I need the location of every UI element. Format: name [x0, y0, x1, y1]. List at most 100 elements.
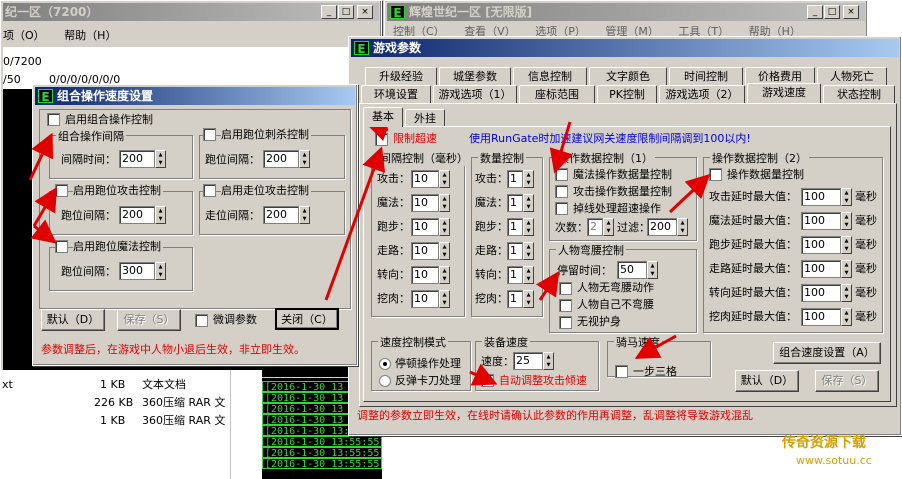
combo-default-button[interactable]: 默认（D） — [41, 309, 105, 331]
walk-attack-checkbox[interactable] — [203, 184, 216, 197]
max-delay-spinner[interactable]: ▲ ▼ — [841, 308, 852, 326]
run-attack-input[interactable]: 200 — [119, 206, 155, 224]
tab-game-speed[interactable]: 游戏速度 — [747, 83, 821, 103]
run-attack-spinner[interactable]: ▲ ▼ — [155, 206, 166, 224]
max-delay-input[interactable]: 100 — [801, 260, 841, 278]
count-row-spinner[interactable]: ▲ ▼ — [523, 194, 534, 212]
run-kill-spinner[interactable]: ▲ ▼ — [299, 150, 310, 168]
count-row-input[interactable]: 1 — [507, 266, 523, 284]
filter-input[interactable]: 200 — [647, 218, 677, 236]
stay-time-spinner[interactable]: ▲ ▼ — [647, 261, 658, 279]
stay-time-input[interactable]: 50 — [617, 261, 647, 279]
tab-time[interactable]: 时间控制 — [669, 67, 743, 85]
run-kill-input[interactable]: 200 — [263, 150, 299, 168]
filter-spinner[interactable]: ▲ ▼ — [677, 218, 688, 236]
tab-coordinates[interactable]: 座标范围 — [519, 85, 595, 103]
magic-data-checkbox[interactable] — [555, 168, 568, 181]
interval-row-spinner[interactable]: ▲ ▼ — [439, 242, 450, 260]
run-magic-spinner[interactable]: ▲ ▼ — [155, 262, 166, 280]
combo-close-button[interactable]: 关闭（C） — [275, 308, 339, 330]
count-row-input[interactable]: 1 — [507, 170, 523, 188]
ignore-shield-checkbox[interactable] — [559, 316, 572, 329]
interval-row-input[interactable]: 10 — [411, 266, 439, 284]
equip-speed-input[interactable]: 25 — [513, 352, 543, 370]
file-name[interactable]: xt — [2, 378, 13, 392]
minimize-icon[interactable]: _ — [321, 5, 337, 19]
equip-speed-spinner[interactable]: ▲ ▼ — [543, 352, 554, 370]
count-row-input[interactable]: 1 — [507, 290, 523, 308]
close-icon[interactable]: × — [357, 5, 373, 19]
max-delay-input[interactable]: 100 — [801, 188, 841, 206]
attack-data-checkbox[interactable] — [555, 185, 568, 198]
minimize-icon[interactable]: _ — [807, 5, 823, 19]
auto-adjust-checkbox[interactable] — [481, 374, 494, 387]
count-spinner[interactable]: ▲ ▼ — [603, 218, 614, 236]
run-attack-checkbox[interactable] — [55, 184, 68, 197]
run-magic-input[interactable]: 300 — [119, 262, 155, 280]
subtab-plugin[interactable]: 外挂 — [405, 109, 445, 127]
walk-attack-input[interactable]: 200 — [263, 206, 299, 224]
tab-pk[interactable]: PK控制 — [597, 85, 657, 103]
count-row-input[interactable]: 1 — [507, 194, 523, 212]
tab-info[interactable]: 信息控制 — [513, 67, 587, 85]
count-row-spinner[interactable]: ▲ ▼ — [523, 290, 534, 308]
interval-row-input[interactable]: 10 — [411, 242, 439, 260]
tab-status[interactable]: 状态控制 — [823, 85, 895, 103]
count-row-spinner[interactable]: ▲ ▼ — [523, 218, 534, 236]
tab-death[interactable]: 人物死亡 — [817, 67, 887, 85]
tab-text-color[interactable]: 文字颜色 — [589, 67, 667, 85]
interval-row-input[interactable]: 10 — [411, 170, 439, 188]
count-row-input[interactable]: 1 — [507, 218, 523, 236]
tab-game-options-2[interactable]: 游戏选项（2） — [659, 85, 745, 103]
fine-tune-checkbox[interactable] — [195, 314, 208, 327]
interval-row-spinner[interactable]: ▲ ▼ — [439, 170, 450, 188]
interval-row-input[interactable]: 10 — [411, 194, 439, 212]
pause-mode-radio[interactable] — [379, 358, 391, 370]
max-delay-spinner[interactable]: ▲ ▼ — [841, 284, 852, 302]
count-input[interactable]: 2 — [587, 218, 603, 236]
combo-save-button[interactable]: 保存（S） — [117, 309, 181, 331]
combo-speed-button[interactable]: 组合速度设置（A） — [773, 342, 881, 364]
close-icon[interactable]: × — [843, 5, 859, 19]
maximize-icon[interactable]: □ — [824, 5, 840, 19]
maximize-icon[interactable]: □ — [338, 5, 354, 19]
interval-time-input[interactable]: 200 — [119, 150, 155, 168]
max-delay-input[interactable]: 100 — [801, 308, 841, 326]
interval-row-input[interactable]: 10 — [411, 290, 439, 308]
tab-castle[interactable]: 城堡参数 — [439, 67, 511, 85]
one-step-checkbox[interactable] — [615, 365, 628, 378]
count-row-spinner[interactable]: ▲ ▼ — [523, 170, 534, 188]
op-data-checkbox[interactable] — [709, 168, 722, 181]
menu-help[interactable]: 帮助（H） — [64, 29, 116, 42]
max-delay-input[interactable]: 100 — [801, 284, 841, 302]
interval-row-spinner[interactable]: ▲ ▼ — [439, 290, 450, 308]
tab-environment[interactable]: 环境设置 — [361, 85, 431, 103]
max-delay-spinner[interactable]: ▲ ▼ — [841, 188, 852, 206]
enable-group-checkbox[interactable] — [47, 113, 60, 126]
count-row-input[interactable]: 1 — [507, 242, 523, 260]
bounce-mode-radio[interactable] — [379, 375, 391, 387]
max-delay-input[interactable]: 100 — [801, 212, 841, 230]
subtab-basic[interactable]: 基本 — [363, 107, 403, 127]
walk-attack-spinner[interactable]: ▲ ▼ — [299, 206, 310, 224]
interval-row-input[interactable]: 10 — [411, 218, 439, 236]
self-no-bow-checkbox[interactable] — [559, 299, 572, 312]
save-button[interactable]: 保存（S） — [815, 370, 879, 392]
limit-speed-checkbox[interactable] — [375, 133, 388, 146]
tab-level-exp[interactable]: 升级经验 — [365, 67, 437, 85]
run-magic-checkbox[interactable] — [55, 240, 68, 253]
interval-time-spinner[interactable]: ▲ ▼ — [155, 150, 166, 168]
menu-options[interactable]: 项（O） — [3, 29, 45, 42]
run-kill-checkbox[interactable] — [203, 128, 216, 141]
max-delay-input[interactable]: 100 — [801, 236, 841, 254]
interval-row-spinner[interactable]: ▲ ▼ — [439, 218, 450, 236]
max-delay-spinner[interactable]: ▲ ▼ — [841, 260, 852, 278]
no-bow-checkbox[interactable] — [559, 282, 572, 295]
interval-row-spinner[interactable]: ▲ ▼ — [439, 266, 450, 284]
disconnect-overspeed-checkbox[interactable] — [555, 202, 568, 215]
count-row-spinner[interactable]: ▲ ▼ — [523, 266, 534, 284]
tab-game-options-1[interactable]: 游戏选项（1） — [433, 85, 517, 103]
count-row-spinner[interactable]: ▲ ▼ — [523, 242, 534, 260]
default-button[interactable]: 默认（D） — [735, 370, 799, 392]
interval-row-spinner[interactable]: ▲ ▼ — [439, 194, 450, 212]
